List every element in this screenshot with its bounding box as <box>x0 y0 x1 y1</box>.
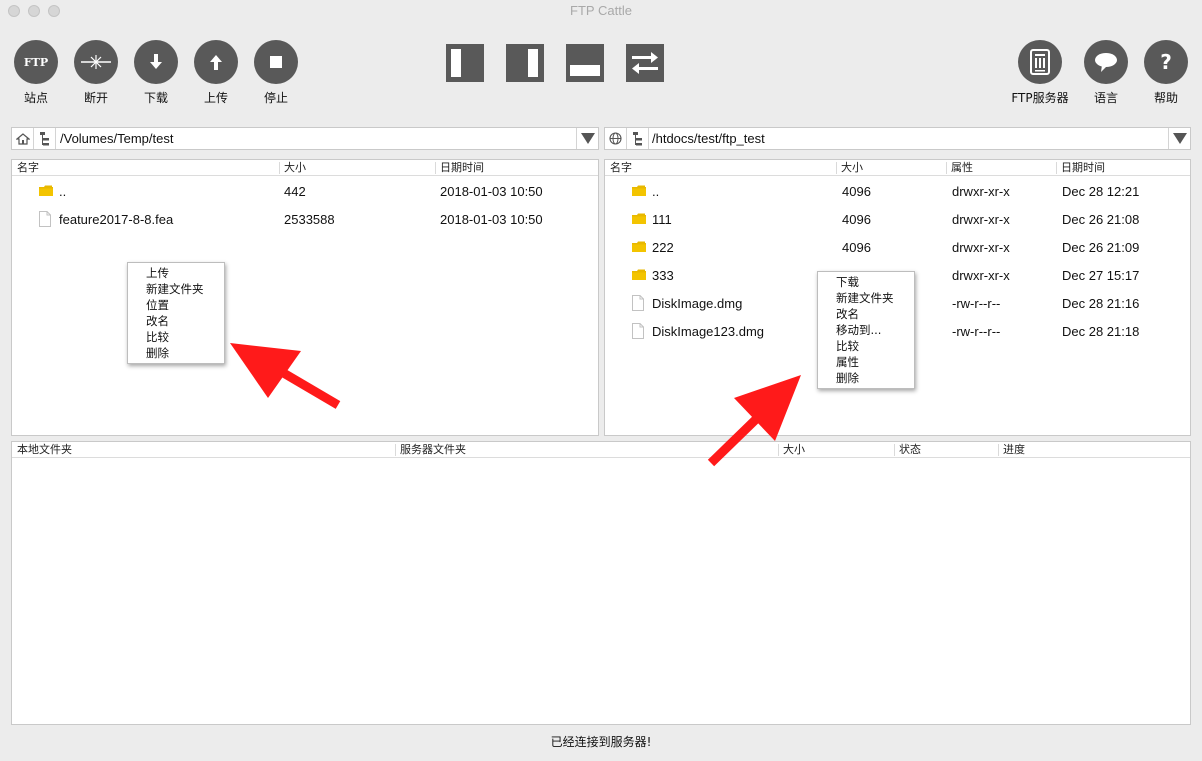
red-arrow-icon <box>230 343 341 409</box>
status-message: 已经连接到服务器! <box>550 735 652 749</box>
annotation-arrows <box>230 343 801 467</box>
red-arrow-icon <box>707 375 801 467</box>
